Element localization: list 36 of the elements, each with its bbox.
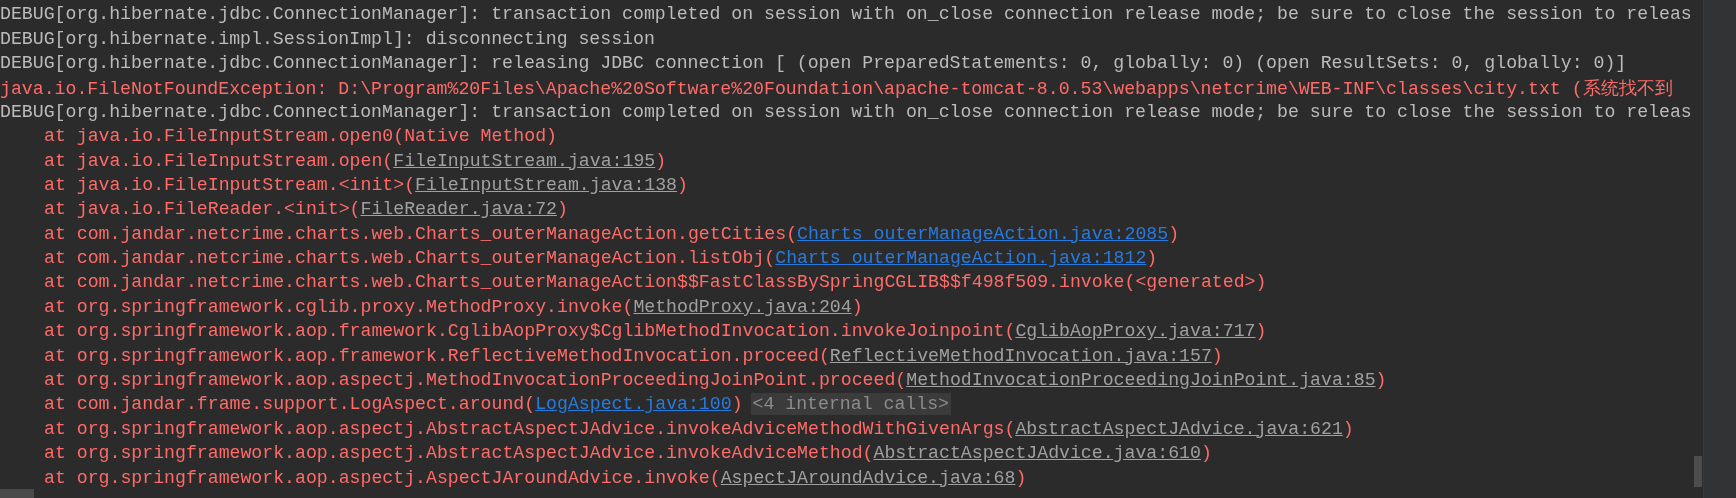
source-link[interactable]: FileReader.java:72 bbox=[360, 199, 557, 220]
stack-trace-line: at org.springframework.aop.aspectj.AbstractAspectJAdvice.invokeAdviceMethod(AbstractAspectJAdvice.java:610) bbox=[44, 443, 1212, 464]
source-link[interactable]: MethodInvocationProceedingJoinPoint.java:85 bbox=[906, 370, 1376, 391]
scrollbar-thumb[interactable] bbox=[1694, 456, 1702, 487]
debug-log-line: DEBUG[org.hibernate.jdbc.ConnectionManager]: releasing JDBC connection [ (open PreparedStatements: 0, globally: 0) (open ResultSets: 0, globally: 0)] bbox=[0, 52, 1627, 73]
stack-trace-line: at org.springframework.aop.aspectj.AbstractAspectJAdvice.invokeAdviceMethodWithGivenArgs(AbstractAspectJAdvice.java:621) bbox=[44, 418, 1354, 439]
stack-trace-line: at com.jandar.netcrime.charts.web.Charts_outerManageAction$$FastClassBySpringCGLIB$$f498f509.invoke(<generated>) bbox=[44, 272, 1267, 293]
source-link[interactable]: LogAspect.java:100 bbox=[535, 394, 732, 415]
stack-trace-line: at com.jandar.netcrime.charts.web.Charts_outerManageAction.getCities(Charts_outerManageAction.java:2085) bbox=[44, 223, 1180, 244]
stack-trace-line: at org.springframework.aop.aspectj.AspectJAroundAdvice.invoke(AspectJAroundAdvice.java:68) bbox=[44, 467, 1027, 488]
debug-log-line: DEBUG[org.hibernate.jdbc.ConnectionManager]: transaction completed on session with on_close connection release mode; be sure to close the session to releas bbox=[0, 101, 1692, 122]
source-link[interactable]: Charts_outerManageAction.java:1812 bbox=[775, 248, 1147, 269]
debug-log-line: DEBUG[org.hibernate.jdbc.ConnectionManager]: transaction completed on session with on_close connection release mode; be sure to close the session to releas bbox=[0, 4, 1692, 25]
source-link[interactable]: AspectJAroundAdvice.java:68 bbox=[720, 467, 1016, 488]
source-link[interactable]: FileInputStream.java:138 bbox=[415, 174, 678, 195]
stack-trace-line: at org.springframework.cglib.proxy.MethodProxy.invoke(MethodProxy.java:204) bbox=[44, 296, 863, 317]
stack-trace-line: at java.io.FileInputStream.open(FileInputStream.java:195) bbox=[44, 150, 667, 171]
source-link[interactable]: FileInputStream.java:195 bbox=[393, 150, 656, 171]
exception-line: java.io.FileNotFoundException: D:\Program%20Files\Apache%20Software%20Foundation\apache-tomcat-8.0.53\webapps\netcrime\WEB-INF\classes\city.txt (系统找不到 bbox=[0, 77, 1673, 100]
internal-calls-badge[interactable]: <4 internal calls> bbox=[750, 393, 951, 416]
source-link[interactable]: CglibAopProxy.java:717 bbox=[1015, 321, 1256, 342]
stack-trace-line: at com.jandar.netcrime.charts.web.Charts_outerManageAction.listObj(Charts_outerManageAction.java:1812) bbox=[44, 248, 1158, 269]
stack-trace-line: at org.springframework.aop.aspectj.MethodInvocationProceedingJoinPoint.proceed(MethodInvocationProceedingJoinPoint.java:85) bbox=[44, 370, 1387, 391]
source-link[interactable]: MethodProxy.java:204 bbox=[633, 296, 852, 317]
scrollbar-thumb[interactable] bbox=[0, 489, 34, 498]
source-link[interactable]: ReflectiveMethodInvocation.java:157 bbox=[829, 345, 1212, 366]
stack-trace-line: at org.springframework.aop.framework.ReflectiveMethodInvocation.proceed(ReflectiveMethodInvocation.java:157) bbox=[44, 345, 1223, 366]
stack-trace-line: at org.springframework.aop.framework.CglibAopProxy$CglibMethodInvocation.invokeJoinpoint(CglibAopProxy.java:717) bbox=[44, 321, 1267, 342]
source-link[interactable]: AbstractAspectJAdvice.java:621 bbox=[1015, 418, 1343, 439]
stack-trace-line: at java.io.FileInputStream.open0(Native Method) bbox=[44, 126, 557, 147]
stack-trace-line: at java.io.FileReader.<init>(FileReader.java:72) bbox=[44, 199, 568, 220]
source-link[interactable]: AbstractAspectJAdvice.java:610 bbox=[873, 443, 1201, 464]
debug-log-line: DEBUG[org.hibernate.impl.SessionImpl]: disconnecting session bbox=[0, 28, 655, 49]
source-link[interactable]: Charts_outerManageAction.java:2085 bbox=[797, 223, 1169, 244]
stack-trace-line: at java.io.FileInputStream.<init>(FileInputStream.java:138) bbox=[44, 174, 688, 195]
stack-trace-line: at com.jandar.frame.support.LogAspect.around(LogAspect.java:100) bbox=[44, 394, 743, 415]
